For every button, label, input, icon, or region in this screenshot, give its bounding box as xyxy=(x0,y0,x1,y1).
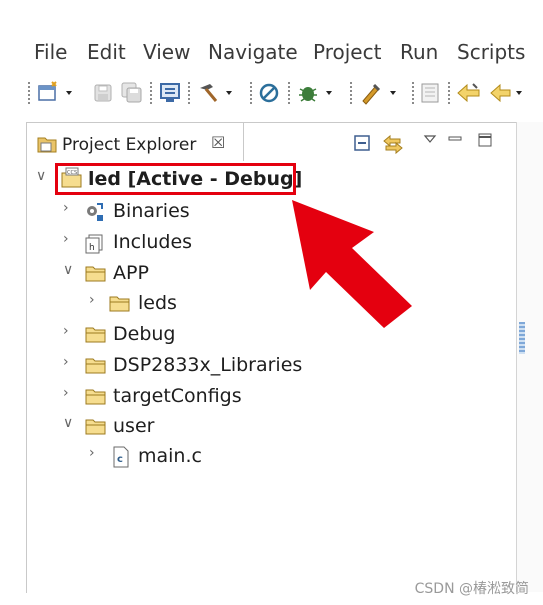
svg-text:c: c xyxy=(117,454,123,465)
forward-button[interactable] xyxy=(488,80,532,106)
adjacent-panel-edge xyxy=(516,122,543,592)
highlight-box xyxy=(55,163,296,195)
forward-icon xyxy=(490,83,522,103)
save-all-button[interactable] xyxy=(120,80,144,106)
chevron-right-icon[interactable]: › xyxy=(63,385,69,401)
save-button[interactable] xyxy=(92,80,114,106)
folder-icon xyxy=(85,266,106,282)
debug-button[interactable] xyxy=(296,80,344,106)
chevron-right-icon[interactable]: › xyxy=(63,354,69,370)
red-arrow-annotation xyxy=(292,200,412,328)
memory-button[interactable] xyxy=(418,80,442,106)
close-tab-icon[interactable]: ☒ xyxy=(211,133,225,152)
back-icon xyxy=(457,83,480,103)
tree-item-label: Debug xyxy=(113,323,176,345)
menu-scripts[interactable]: Scripts xyxy=(457,40,525,64)
view-menu-button[interactable] xyxy=(423,131,437,150)
toolbar-separator xyxy=(150,82,152,104)
chevron-right-icon[interactable]: › xyxy=(63,323,69,339)
link-with-editor-icon xyxy=(383,134,403,155)
memory-icon xyxy=(421,83,439,103)
minimize-button[interactable] xyxy=(447,131,463,150)
flash-tool-button[interactable] xyxy=(358,80,406,106)
minimize-icon xyxy=(448,136,462,141)
tree-item-user[interactable]: ∨ user xyxy=(63,413,263,441)
bug-debug-icon xyxy=(299,87,332,102)
tree-item-label: APP xyxy=(113,262,149,284)
tree-item-label: Includes xyxy=(113,231,193,253)
svg-text:h: h xyxy=(89,243,95,253)
flash-tool-icon xyxy=(362,83,396,105)
build-button[interactable] xyxy=(196,80,244,106)
debug-view-icon xyxy=(160,83,180,102)
link-editor-button[interactable] xyxy=(381,133,405,159)
back-button[interactable] xyxy=(455,80,483,106)
new-icon xyxy=(38,81,72,101)
tree-item-debug[interactable]: › Debug xyxy=(63,321,263,349)
chevron-right-icon[interactable]: › xyxy=(63,231,69,247)
tab-project-explorer[interactable]: Project Explorer ☒ xyxy=(27,123,244,161)
folder-icon xyxy=(85,419,106,435)
collapse-all-icon xyxy=(354,135,370,151)
chevron-right-icon[interactable]: › xyxy=(89,292,95,308)
collapse-all-button[interactable] xyxy=(353,133,373,157)
toolbar-separator xyxy=(28,82,30,104)
menu-edit[interactable]: Edit xyxy=(87,40,126,64)
project-explorer-icon xyxy=(37,137,57,153)
chevron-down-icon[interactable]: ∨ xyxy=(63,415,73,431)
chevron-right-icon[interactable]: › xyxy=(89,445,95,461)
tab-title: Project Explorer xyxy=(62,135,197,155)
no-entry-button[interactable] xyxy=(256,80,282,106)
menu-run[interactable]: Run xyxy=(400,40,438,64)
folder-icon xyxy=(109,296,130,312)
tree-item-label: DSP2833x_Libraries xyxy=(113,354,303,376)
build-icon xyxy=(200,84,232,102)
tree-item-label: leds xyxy=(138,292,177,314)
main-toolbar xyxy=(0,76,543,112)
save-all-icon xyxy=(121,82,142,103)
tree-item-app[interactable]: ∨ APP xyxy=(63,260,263,288)
tree-item-label: user xyxy=(113,415,155,437)
tree-item-label: Binaries xyxy=(113,200,190,222)
debug-view-button[interactable] xyxy=(158,80,182,106)
toolbar-separator xyxy=(350,82,352,104)
chevron-down-icon[interactable]: ∨ xyxy=(63,262,73,278)
toolbar-separator xyxy=(412,82,414,104)
tree-item-binaries[interactable]: › Binaries xyxy=(63,198,263,226)
c-file-icon: c xyxy=(113,446,129,468)
chevron-down-icon[interactable]: ∨ xyxy=(36,168,46,184)
tree-item-main-c[interactable]: › c main.c xyxy=(89,443,289,471)
includes-icon: h xyxy=(85,234,103,254)
save-icon xyxy=(94,84,112,102)
menu-navigate[interactable]: Navigate xyxy=(208,40,298,64)
menu-project[interactable]: Project xyxy=(313,40,381,64)
new-button[interactable] xyxy=(36,80,82,106)
binaries-icon xyxy=(87,203,103,221)
scrollbar-thumb[interactable] xyxy=(519,322,525,354)
folder-icon xyxy=(85,327,106,343)
menu-file[interactable]: File xyxy=(34,40,67,64)
tree-item-includes[interactable]: › h Includes xyxy=(63,229,263,257)
toolbar-separator xyxy=(188,82,190,104)
menu-bar: File Edit View Navigate Project Run Scri… xyxy=(0,28,543,76)
tree-item-leds[interactable]: › leds xyxy=(89,290,289,318)
toolbar-separator xyxy=(448,82,450,104)
watermark: CSDN @椿淞致简 xyxy=(414,581,529,597)
chevron-right-icon[interactable]: › xyxy=(63,200,69,216)
menu-view[interactable]: View xyxy=(143,40,190,64)
tree-item-label: main.c xyxy=(138,445,202,467)
tree-item-label: targetConfigs xyxy=(113,385,242,407)
folder-icon xyxy=(85,358,106,374)
tree-item-dsp2833x-libraries[interactable]: › DSP2833x_Libraries xyxy=(63,352,323,380)
toolbar-separator xyxy=(250,82,252,104)
maximize-button[interactable] xyxy=(477,132,493,152)
tree-item-targetconfigs[interactable]: › targetConfigs xyxy=(63,383,283,411)
folder-icon xyxy=(85,389,106,405)
chevron-down-icon xyxy=(423,135,437,143)
no-entry-icon xyxy=(259,83,279,103)
toolbar-separator xyxy=(288,82,290,104)
maximize-icon xyxy=(478,133,492,147)
